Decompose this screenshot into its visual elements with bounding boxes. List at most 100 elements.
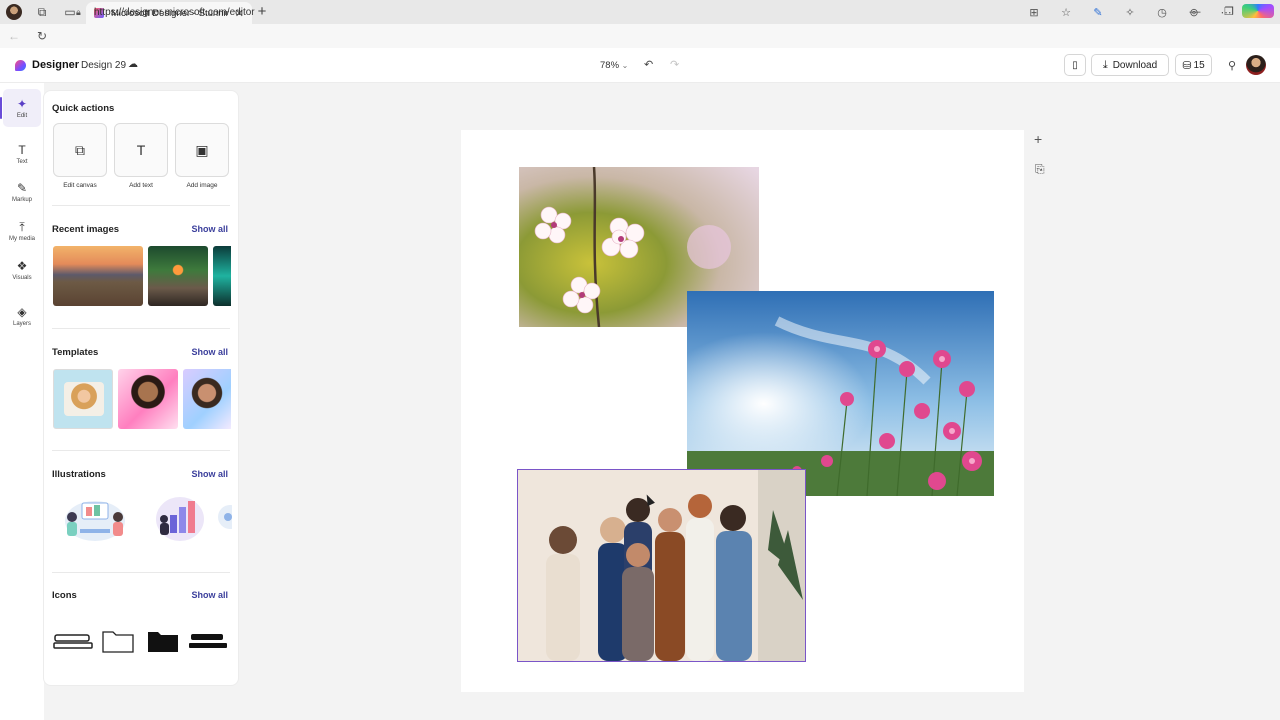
page-settings-icon[interactable]: ⎘	[1035, 162, 1045, 177]
app-available-icon[interactable]: ⊞	[1018, 6, 1050, 19]
shapes-icon: ❖	[16, 259, 28, 273]
edit-canvas-icon: ⧉	[75, 141, 85, 158]
edit-canvas-button[interactable]: ⧉	[53, 123, 107, 177]
upload-icon: ⤒	[19, 220, 25, 234]
team-meeting-illustration	[65, 501, 125, 541]
redo-icon[interactable]: ↷	[670, 58, 679, 71]
divider	[52, 328, 230, 329]
copilot-icon[interactable]	[1242, 3, 1274, 21]
partial-illustration	[218, 505, 232, 529]
cosmos-flowers-image	[687, 291, 994, 496]
add-text-label: Add text	[129, 182, 153, 189]
template-purple-portrait[interactable]	[183, 369, 231, 429]
download-icon: ⤓	[1102, 58, 1108, 71]
rail-label: Markup	[11, 197, 32, 203]
lock-icon: 🔒︎	[76, 6, 81, 17]
stapler-filled-glyph	[189, 634, 227, 648]
pages-icon: ▯	[1072, 59, 1078, 71]
browser-address-bar: ← ↻	[0, 24, 1280, 48]
icons-show-all[interactable]: Show all	[191, 590, 228, 600]
rail-item-text[interactable]: T Text	[3, 135, 41, 173]
sparkle-icon: ✦	[16, 97, 28, 111]
profile-avatar[interactable]	[0, 0, 28, 24]
pen-extension-icon[interactable]: ✎	[1082, 6, 1114, 19]
rail-item-visuals[interactable]: ❖ Visuals	[3, 251, 41, 289]
add-image-label: Add image	[186, 182, 218, 189]
rail-label: Edit	[16, 113, 28, 119]
recent-images-show-all[interactable]: Show all	[191, 224, 228, 234]
pages-button[interactable]: ▯	[1064, 54, 1086, 76]
edit-canvas-label: Edit canvas	[63, 182, 97, 189]
folder-filled-icon[interactable]	[141, 611, 185, 671]
favorite-star-icon[interactable]: ☆	[1050, 6, 1082, 19]
rail-item-markup[interactable]: ✎ Markup	[3, 173, 41, 211]
download-button[interactable]: ⤓ Download	[1091, 54, 1169, 76]
recent-image-railway[interactable]	[148, 246, 208, 306]
illustrations-title: Illustrations	[52, 469, 106, 480]
zoom-value: 78%	[600, 60, 620, 71]
folder-outline-icon[interactable]	[96, 611, 140, 671]
browser-toolbar-icons: ⊞ ☆ ✎ ✧ ◷ ⊚ ⋯	[1018, 0, 1274, 24]
divider	[52, 450, 230, 451]
photo-cosmos-flowers[interactable]	[687, 291, 994, 496]
extensions-icon[interactable]: ✧	[1114, 6, 1146, 19]
back-icon[interactable]: ←	[0, 29, 28, 43]
rail-item-edit[interactable]: ✦ Edit	[0, 89, 41, 127]
chevron-down-icon: ⌄	[621, 61, 629, 70]
saved-cloud-icon: ☁︎	[128, 59, 138, 70]
credits-count: 15	[1193, 59, 1205, 71]
stapler-outline-glyph	[53, 634, 93, 649]
brand-name[interactable]: Designer	[32, 59, 79, 71]
add-text-button[interactable]: T	[114, 123, 168, 177]
user-avatar[interactable]	[1246, 55, 1266, 75]
quick-actions-title: Quick actions	[52, 103, 115, 114]
rail-label: Visuals	[12, 275, 32, 281]
stapler-outline-icon[interactable]	[51, 611, 95, 671]
divider	[52, 205, 230, 206]
undo-icon[interactable]: ↶	[644, 58, 653, 71]
recent-image-teal[interactable]	[213, 246, 231, 306]
workspaces-icon[interactable]: ⧉	[28, 0, 56, 24]
credits-button[interactable]: ⛁ 15	[1175, 54, 1212, 76]
illustrations-show-all[interactable]: Show all	[191, 469, 228, 479]
url-field[interactable]: 🔒︎ https://designer.microsoft.com/editor	[76, 2, 255, 22]
group-photo-image	[518, 470, 805, 661]
pen-icon: ✎	[16, 181, 28, 195]
refresh-icon[interactable]: ↻	[28, 29, 56, 43]
add-image-button[interactable]: ▣	[175, 123, 229, 177]
history-icon[interactable]: ◷	[1146, 6, 1178, 19]
rail-label: Text	[16, 159, 28, 165]
share-icon[interactable]: ⚲	[1228, 59, 1236, 72]
illustration-partial[interactable]	[214, 488, 232, 546]
more-options-icon[interactable]: ⋯	[1210, 6, 1242, 19]
illustration-team-meeting[interactable]	[53, 488, 137, 546]
photo-group-selected[interactable]	[517, 469, 806, 662]
download-label: Download	[1112, 59, 1158, 71]
templates-show-all[interactable]: Show all	[191, 347, 228, 357]
growth-chart-illustration	[156, 497, 204, 541]
template-portrait	[64, 382, 104, 416]
template-video-call[interactable]	[53, 369, 113, 429]
text-icon: T	[18, 143, 26, 157]
collections-icon[interactable]: ⊚	[1178, 6, 1210, 19]
add-page-icon[interactable]: +	[1034, 131, 1042, 147]
icons-title: Icons	[52, 590, 77, 601]
recent-images-title: Recent images	[52, 224, 120, 235]
profile-avatar-image	[6, 4, 22, 20]
illustration-growth-chart[interactable]	[138, 488, 222, 546]
template-pink-portrait[interactable]	[118, 369, 178, 429]
add-text-icon: T	[136, 142, 146, 158]
rail-item-my-media[interactable]: ⤒ My media	[3, 212, 41, 250]
add-image-icon: ▣	[195, 141, 209, 158]
rail-item-layers[interactable]: ◈ Layers	[3, 297, 41, 335]
stapler-filled-icon[interactable]	[186, 611, 230, 671]
credits-coin-icon: ⛁	[1182, 59, 1192, 72]
folder-filled-glyph	[148, 632, 178, 652]
left-tool-rail: ✦ Edit T Text ✎ Markup ⤒ My media ❖ Visu…	[0, 83, 44, 720]
recent-image-mountain-sunset[interactable]	[53, 246, 143, 306]
layers-icon: ◈	[17, 305, 27, 319]
design-name[interactable]: Design 29	[81, 60, 126, 71]
folder-outline-glyph	[102, 631, 134, 653]
zoom-dropdown[interactable]: 78% ⌄	[600, 60, 628, 71]
new-tab-button[interactable]: +	[254, 3, 270, 20]
